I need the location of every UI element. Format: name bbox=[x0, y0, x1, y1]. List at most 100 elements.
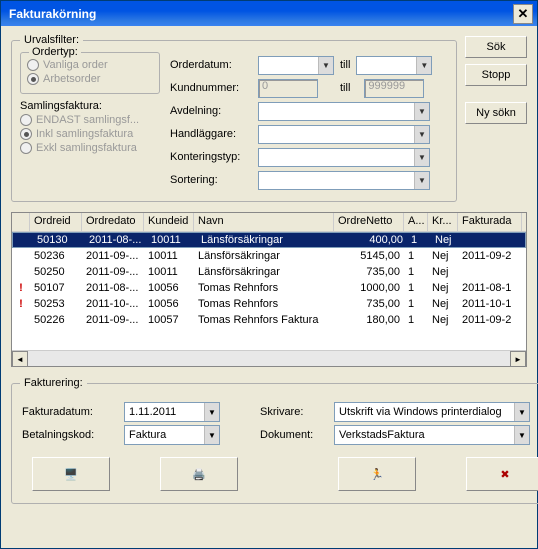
table-cell: 10011 bbox=[144, 250, 194, 262]
orderdatum-label: Orderdatum: bbox=[170, 59, 258, 71]
sortering-select[interactable]: ▼ bbox=[258, 171, 430, 190]
sortering-label: Sortering: bbox=[170, 174, 258, 186]
orders-table[interactable]: OrdreidOrdredatoKundeidNavnOrdreNettoA..… bbox=[11, 212, 527, 367]
chevron-down-icon: ▼ bbox=[416, 57, 431, 74]
run-icon: 🏃 bbox=[370, 468, 384, 481]
dokument-label: Dokument: bbox=[260, 429, 324, 441]
handlaggare-label: Handläggare: bbox=[170, 128, 258, 140]
column-header[interactable]: Navn bbox=[194, 213, 334, 231]
table-cell: 50107 bbox=[30, 282, 82, 294]
chevron-down-icon: ▼ bbox=[204, 403, 219, 421]
close-button[interactable]: ✕ bbox=[513, 4, 533, 24]
table-cell: Nej bbox=[428, 282, 458, 294]
cancel-button[interactable]: ✖ bbox=[466, 457, 538, 491]
column-header[interactable]: Ordreid bbox=[30, 213, 82, 231]
computer-button[interactable]: 🖥️ bbox=[32, 457, 110, 491]
chevron-down-icon: ▼ bbox=[514, 403, 529, 421]
dokument-select[interactable]: VerkstadsFaktura▼ bbox=[334, 425, 530, 445]
orderdatum-to-select[interactable]: ▼ bbox=[356, 56, 432, 75]
table-cell: Tomas Rehnfors Faktura bbox=[194, 314, 334, 326]
kundnummer-from-input[interactable]: 0 bbox=[258, 79, 318, 98]
konteringstyp-label: Konteringstyp: bbox=[170, 151, 258, 163]
chevron-down-icon: ▼ bbox=[414, 103, 429, 120]
table-cell: 50130 bbox=[33, 234, 85, 246]
table-row[interactable]: !502532011-10-...10056Tomas Rehnfors735,… bbox=[12, 296, 526, 312]
table-cell: 1 bbox=[404, 266, 428, 278]
window-title: Fakturakörning bbox=[5, 7, 513, 21]
chevron-down-icon: ▼ bbox=[204, 426, 219, 444]
column-header[interactable]: A... bbox=[404, 213, 428, 231]
column-header[interactable]: Ordredato bbox=[82, 213, 144, 231]
skrivare-label: Skrivare: bbox=[260, 406, 324, 418]
betalningskod-label: Betalningskod: bbox=[22, 429, 114, 441]
table-row[interactable]: 502362011-09-...10011Länsförsäkringar514… bbox=[12, 248, 526, 264]
table-row[interactable]: 502262011-09-...10057Tomas Rehnfors Fakt… bbox=[12, 312, 526, 328]
table-cell: 1 bbox=[404, 250, 428, 262]
table-cell: 5145,00 bbox=[334, 250, 404, 262]
table-cell: 2011-09-2 bbox=[458, 250, 522, 262]
fakturadatum-select[interactable]: 1.11.2011▼ bbox=[124, 402, 220, 422]
samling-exkl-radio: Exkl samlingsfaktura bbox=[20, 142, 160, 154]
till-label: till bbox=[340, 59, 350, 71]
kundnummer-to-input[interactable]: 999999 bbox=[364, 79, 424, 98]
column-header[interactable]: Kundeid bbox=[144, 213, 194, 231]
chevron-down-icon: ▼ bbox=[414, 149, 429, 166]
skrivare-select[interactable]: Utskrift via Windows printerdialog▼ bbox=[334, 402, 530, 422]
table-cell: Tomas Rehnfors bbox=[194, 298, 334, 310]
warning-icon: ! bbox=[12, 298, 30, 310]
ordertyp-arbetsorder-radio: Arbetsorder bbox=[27, 73, 153, 85]
handlaggare-select[interactable]: ▼ bbox=[258, 125, 430, 144]
table-cell: 1 bbox=[404, 314, 428, 326]
table-cell: Nej bbox=[428, 266, 458, 278]
stop-button[interactable]: Stopp bbox=[465, 64, 527, 86]
table-cell: Nej bbox=[431, 234, 461, 246]
table-cell: 2011-09-... bbox=[82, 250, 144, 262]
horizontal-scrollbar[interactable]: ◄ ► bbox=[12, 350, 526, 366]
table-cell: 2011-08-1 bbox=[458, 282, 522, 294]
ordertyp-group: Ordertyp: Vanliga order Arbetsorder bbox=[20, 52, 160, 94]
table-cell: 10056 bbox=[144, 282, 194, 294]
till-label-2: till bbox=[340, 82, 350, 94]
radio-icon bbox=[27, 59, 39, 71]
cancel-icon: ✖ bbox=[500, 468, 509, 481]
konteringstyp-select[interactable]: ▼ bbox=[258, 148, 430, 167]
search-button[interactable]: Sök bbox=[465, 36, 527, 58]
table-cell: 2011-09-... bbox=[82, 266, 144, 278]
table-cell: 180,00 bbox=[334, 314, 404, 326]
new-search-button[interactable]: Ny sökn bbox=[465, 102, 527, 124]
printer-icon: 🖨️ bbox=[192, 468, 206, 481]
scroll-left-button[interactable]: ◄ bbox=[12, 351, 28, 367]
betalningskod-select[interactable]: Faktura▼ bbox=[124, 425, 220, 445]
scroll-track[interactable] bbox=[28, 351, 510, 366]
table-cell: Nej bbox=[428, 314, 458, 326]
table-cell: 10011 bbox=[147, 234, 197, 246]
table-row[interactable]: !501072011-08-...10056Tomas Rehnfors1000… bbox=[12, 280, 526, 296]
fakturering-group: Fakturering: Fakturadatum: 1.11.2011▼ Sk… bbox=[11, 377, 538, 504]
table-cell: 1 bbox=[404, 282, 428, 294]
table-cell: 50253 bbox=[30, 298, 82, 310]
fakturering-legend: Fakturering: bbox=[20, 377, 87, 389]
column-header[interactable]: Fakturada bbox=[458, 213, 522, 231]
ordertyp-vanliga-radio: Vanliga order bbox=[27, 59, 153, 71]
print-button[interactable]: 🖨️ bbox=[160, 457, 238, 491]
table-row[interactable]: 501302011-08-...10011Länsförsäkringar400… bbox=[12, 232, 526, 248]
table-cell: 50250 bbox=[30, 266, 82, 278]
run-button[interactable]: 🏃 bbox=[338, 457, 416, 491]
avdelning-label: Avdelning: bbox=[170, 105, 258, 117]
table-cell: 2011-09-2 bbox=[458, 314, 522, 326]
table-cell: 50226 bbox=[30, 314, 82, 326]
table-cell: Länsförsäkringar bbox=[194, 250, 334, 262]
chevron-down-icon: ▼ bbox=[514, 426, 529, 444]
table-row[interactable]: 502502011-09-...10011Länsförsäkringar735… bbox=[12, 264, 526, 280]
scroll-right-button[interactable]: ► bbox=[510, 351, 526, 367]
urvalsfilter-legend: Urvalsfilter: bbox=[20, 34, 83, 46]
avdelning-select[interactable]: ▼ bbox=[258, 102, 430, 121]
radio-icon bbox=[20, 128, 32, 140]
samlingsfaktura-label: Samlingsfaktura: bbox=[20, 100, 160, 112]
table-cell: 50236 bbox=[30, 250, 82, 262]
column-header[interactable]: OrdreNetto bbox=[334, 213, 404, 231]
orderdatum-from-select[interactable]: ▼ bbox=[258, 56, 334, 75]
table-cell: 10057 bbox=[144, 314, 194, 326]
table-cell: 735,00 bbox=[334, 266, 404, 278]
column-header[interactable]: Kr... bbox=[428, 213, 458, 231]
